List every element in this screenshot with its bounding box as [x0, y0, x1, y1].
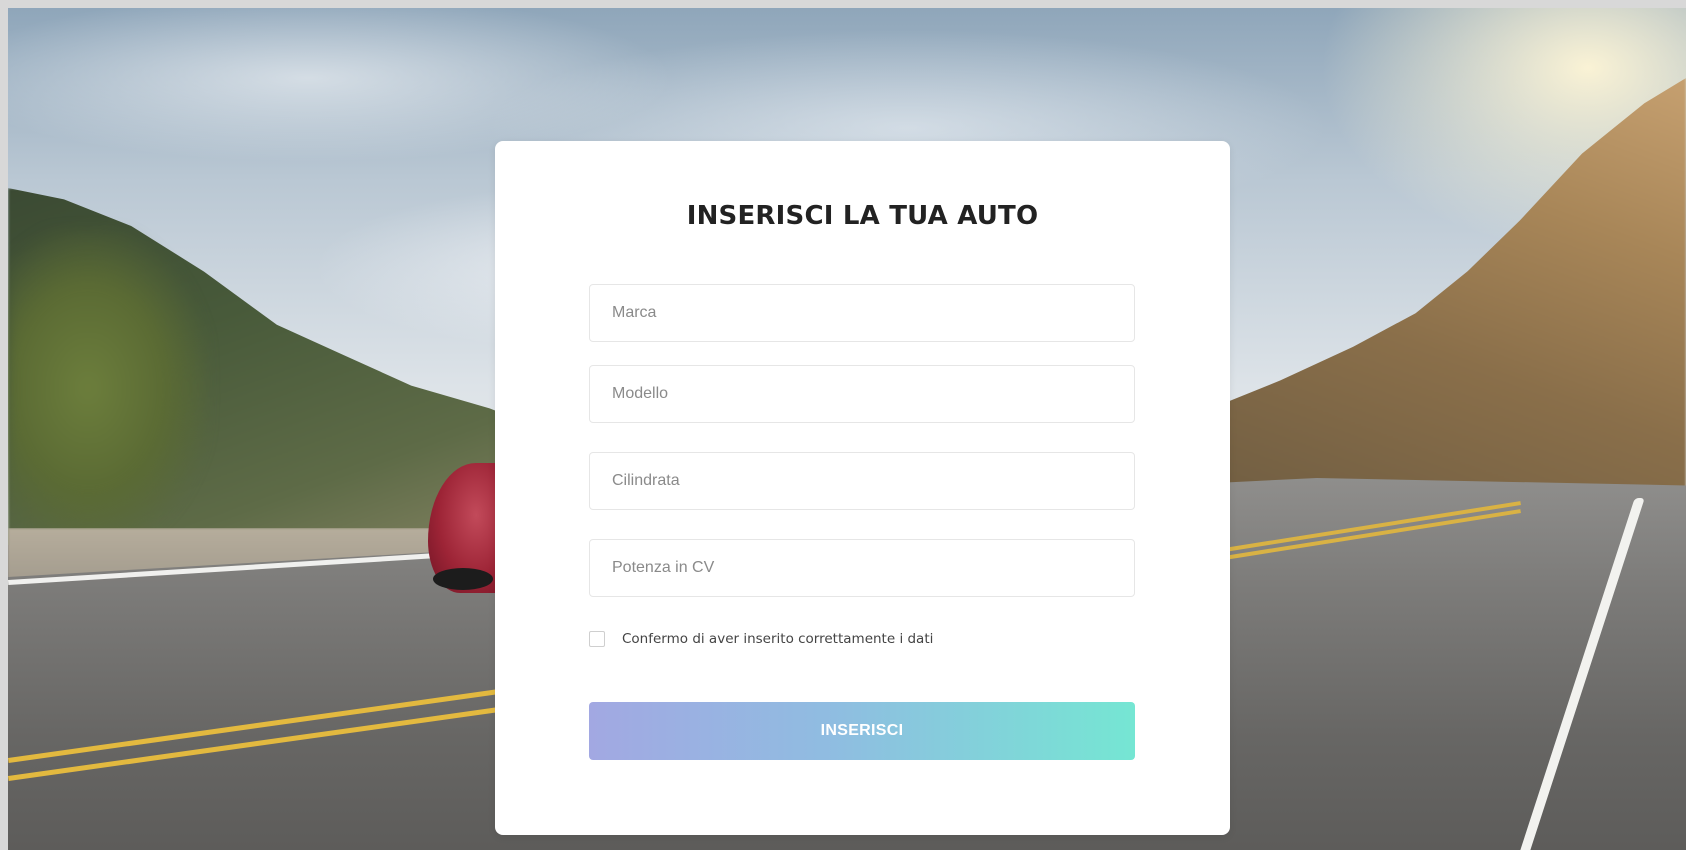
car-entry-form: INSERISCI LA TUA AUTO Confermo di aver i… [495, 141, 1230, 835]
submit-button[interactable]: INSERISCI [589, 702, 1135, 760]
page-frame: INSERISCI LA TUA AUTO Confermo di aver i… [8, 8, 1686, 850]
left-bushes [8, 228, 208, 548]
confirm-label: Confermo di aver inserito correttamente … [622, 631, 934, 647]
horsepower-input[interactable] [589, 539, 1135, 597]
car-wheel [433, 568, 493, 590]
form-title: INSERISCI LA TUA AUTO [686, 201, 1039, 231]
brand-input[interactable] [589, 284, 1135, 342]
confirm-row: Confermo di aver inserito correttamente … [589, 629, 933, 649]
displacement-input[interactable] [589, 452, 1135, 510]
model-input[interactable] [589, 365, 1135, 423]
confirm-checkbox[interactable] [589, 631, 605, 647]
